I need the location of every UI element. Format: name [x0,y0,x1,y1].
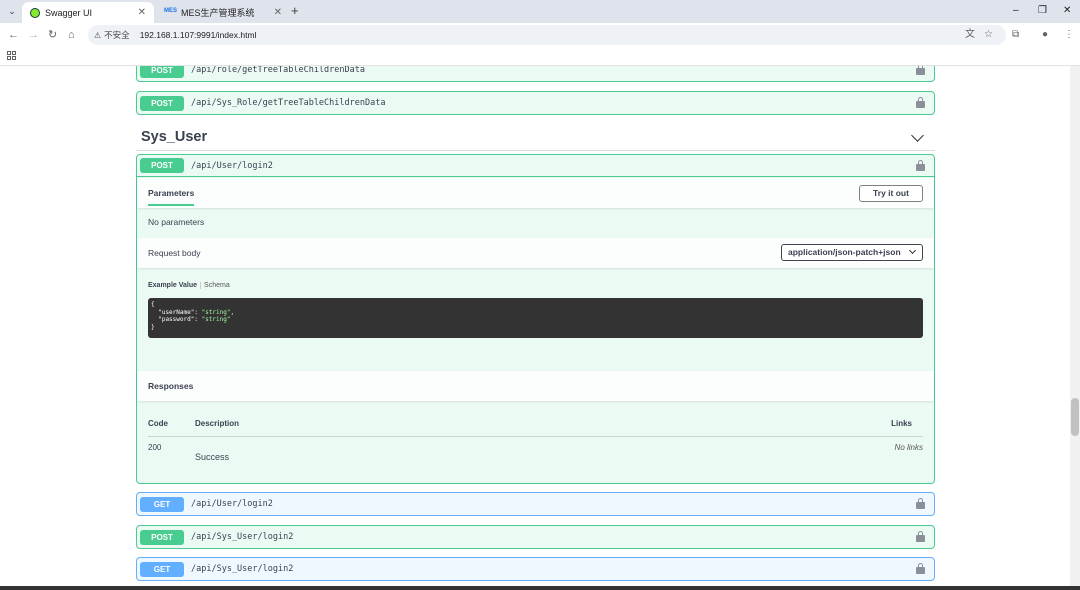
method-badge: POST [140,529,184,545]
lock-icon[interactable] [916,531,925,542]
no-parameters-text: No parameters [148,217,205,227]
reload-icon[interactable]: ↻ [48,28,57,42]
request-body-header: Request body application/json-patch+json [137,238,934,268]
code-string: "string" [201,308,231,316]
operation-path: /api/User/login2 [191,160,273,171]
tab-parameters[interactable]: Parameters [148,188,195,206]
taskbar-edge [0,586,1080,590]
chevron-down-icon [908,246,917,255]
mes-favicon-icon: MES [164,7,178,14]
code-string: "string" [201,316,231,323]
tag-title: Sys_User [141,129,208,145]
window-close-icon[interactable]: ✕ [1063,4,1071,18]
col-code: Code [148,419,168,428]
chevron-down-icon[interactable] [911,129,924,142]
tag-section-header[interactable]: Sys_User [136,125,935,151]
operation-path: /api/Sys_User/login2 [191,532,294,542]
operation-get-sys-user-login2[interactable]: GET /api/Sys_User/login2 [136,557,935,581]
operation-summary[interactable]: POST /api/User/login2 [137,155,934,177]
code-key: "password": [151,316,202,323]
operation-get-user-login2[interactable]: GET /api/User/login2 [136,492,935,516]
responses-title: Responses [148,381,194,391]
example-code-block: { "userName": "string", "password": "str… [148,298,923,338]
method-badge: GET [140,561,184,577]
operation-path: /api/Sys_Role/getTreeTableChildrenData [191,98,386,108]
forward-icon[interactable]: → [28,28,39,42]
close-tab-icon[interactable]: ✕ [138,7,146,18]
operation-path: /api/role/getTreeTableChildrenData [191,65,365,75]
tab-schema[interactable]: Schema [201,282,230,289]
tab-title: Swagger UI [45,7,93,18]
tab-mes[interactable]: MES MES生产管理系统 ✕ [156,2,290,23]
operation-path: /api/Sys_User/login2 [191,564,294,574]
code-close: } [151,323,155,331]
lock-icon[interactable] [916,160,925,171]
operation-user-login2-expanded: POST /api/User/login2 Parameters Try it … [136,154,935,484]
not-secure-icon: ⚠ [94,30,102,40]
content-type-value: application/json-patch+json [788,247,901,257]
responses-header: Responses [137,371,934,401]
close-tab-icon[interactable]: ✕ [274,7,282,18]
page-scrollbar[interactable] [1070,66,1080,586]
response-description: Success [195,452,230,462]
operation-sys-role-tree[interactable]: POST /api/Sys_Role/getTreeTableChildrenD… [136,91,935,115]
code-comma: , [230,308,235,316]
lock-icon[interactable] [916,498,925,509]
parameters-header: Parameters Try it out [137,178,934,208]
apps-icon[interactable] [7,51,16,60]
tab-strip: ⌄ Swagger UI ✕ MES MES生产管理系统 ✕ + – ❐ ✕ [0,0,1080,23]
table-divider [148,436,923,437]
restore-icon[interactable]: ❐ [1038,4,1047,18]
tab-example-value[interactable]: Example Value [148,282,202,289]
profile-icon[interactable]: ● [1042,28,1048,42]
menu-icon[interactable]: ⋮ [1064,28,1074,42]
response-links: No links [894,443,923,452]
security-label: 不安全 [104,30,130,40]
code-key: "userName": [151,308,202,316]
url-text[interactable]: 192.168.1.107:9991/index.html [140,30,257,40]
lock-icon[interactable] [916,563,925,574]
address-bar[interactable]: ⚠ 不安全 192.168.1.107:9991/index.html [88,25,1006,45]
new-tab-icon[interactable]: + [291,4,299,18]
method-badge: POST [140,158,184,173]
scrollbar-thumb[interactable] [1071,398,1079,436]
bookmark-star-icon[interactable]: ☆ [984,28,993,42]
translate-icon[interactable]: 文 [965,28,975,42]
request-body-label: Request body [148,248,201,258]
tab-title: MES生产管理系统 [181,8,255,18]
method-badge: GET [140,496,184,512]
swagger-favicon-icon [30,7,40,18]
example-tabs: Example Value Schema [148,282,230,289]
try-it-out-button[interactable]: Try it out [859,185,923,202]
lock-icon[interactable] [916,97,925,108]
operation-path: /api/User/login2 [191,499,273,509]
code-open: { [151,301,155,308]
back-icon[interactable]: ← [8,28,19,42]
operation-post-sys-user-login2[interactable]: POST /api/Sys_User/login2 [136,525,935,549]
col-links: Links [891,419,912,428]
tab-swagger-ui[interactable]: Swagger UI ✕ [22,2,154,23]
browser-toolbar: ← → ↻ ⌂ ⚠ 不安全 192.168.1.107:9991/index.h… [0,23,1080,47]
method-badge: POST [140,95,184,111]
minimize-icon[interactable]: – [1013,4,1019,18]
col-description: Description [195,419,240,428]
extensions-icon[interactable]: ⧉ [1012,28,1019,42]
tab-search-icon[interactable]: ⌄ [5,4,19,18]
content-type-select[interactable]: application/json-patch+json [781,244,923,261]
response-code: 200 [148,443,162,452]
home-icon[interactable]: ⌂ [68,28,75,42]
